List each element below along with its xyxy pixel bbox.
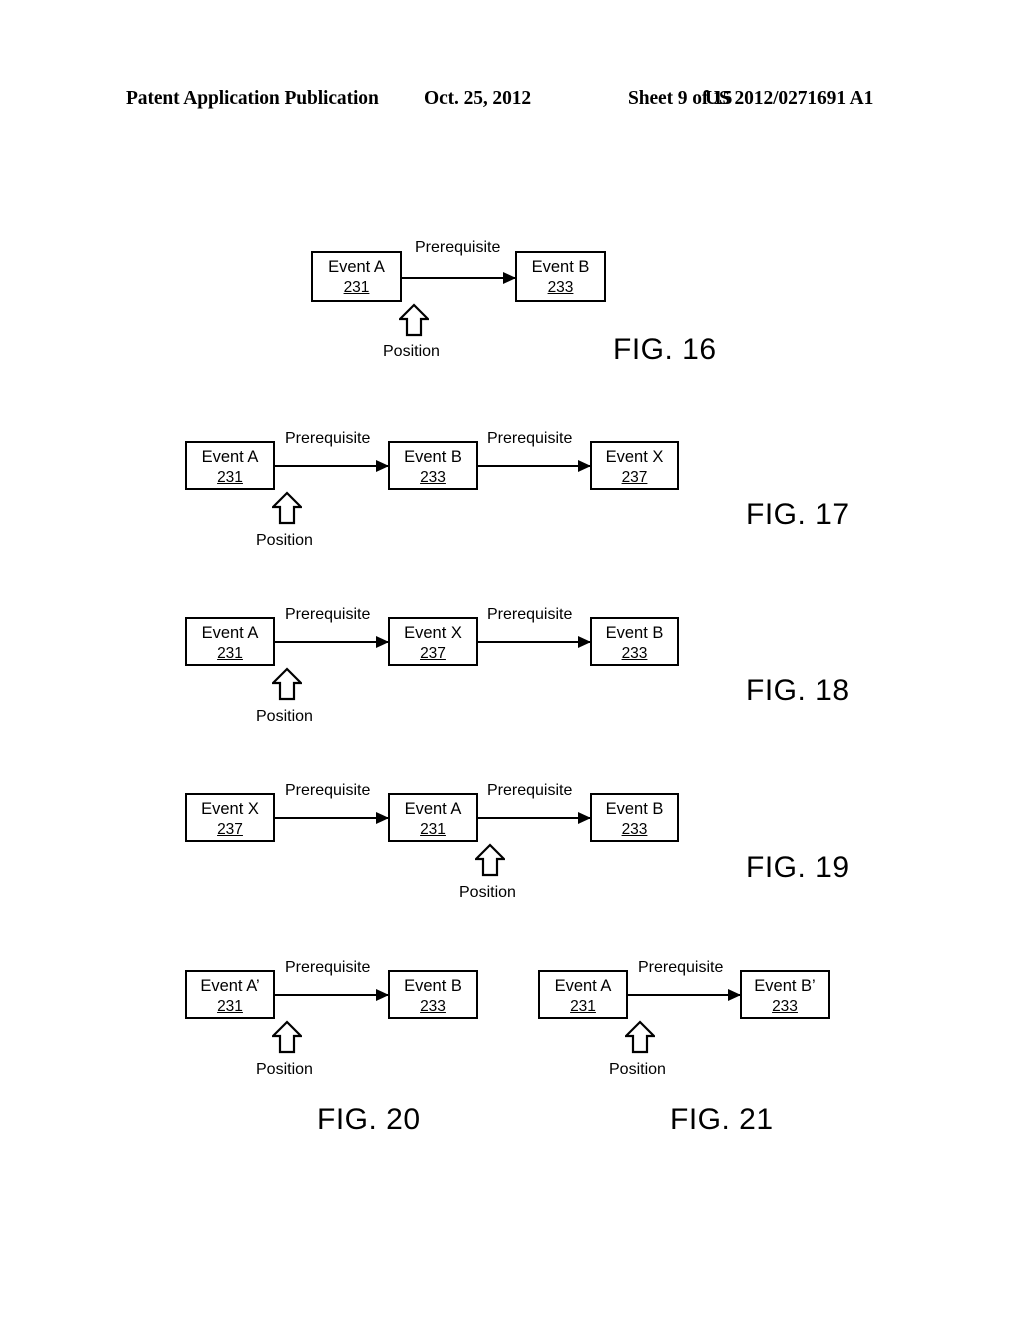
- position-up-arrow-icon: [625, 1020, 655, 1054]
- node-label: Event B’: [754, 977, 816, 995]
- edge-prerequisite-1: [628, 989, 741, 1001]
- node-reference-number: 231: [570, 997, 596, 1015]
- figure-caption-21: FIG. 21: [670, 1103, 774, 1136]
- node-box-event-a: Event A 231: [538, 970, 628, 1019]
- figure-21: Event A 231 Prerequisite Event B’ 233 Po…: [0, 0, 1024, 1320]
- node-box-event-b-prime: Event B’ 233: [740, 970, 830, 1019]
- node-reference-number: 233: [772, 997, 798, 1015]
- edge-label-prerequisite: Prerequisite: [638, 959, 724, 976]
- position-label: Position: [609, 1061, 666, 1078]
- node-label: Event A: [554, 977, 612, 995]
